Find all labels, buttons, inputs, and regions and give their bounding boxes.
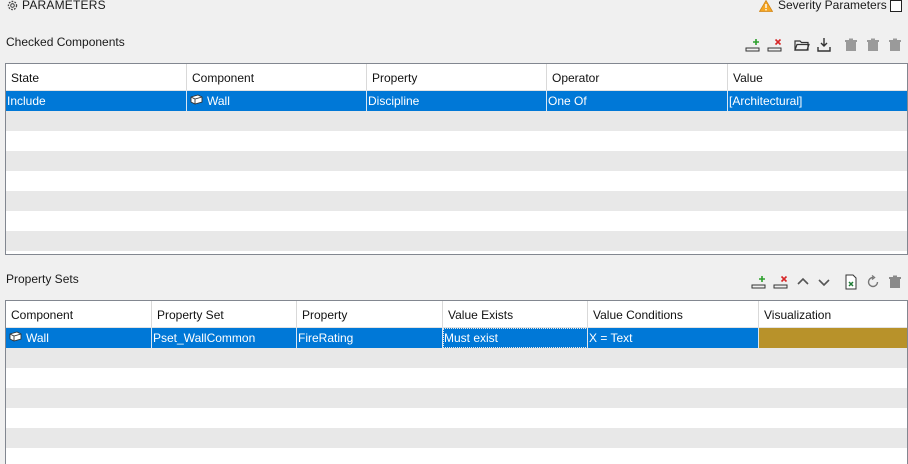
empty-row: [6, 428, 907, 448]
move-up-icon[interactable]: [795, 274, 811, 290]
empty-row: [6, 348, 907, 368]
component-label: Wall: [26, 331, 49, 345]
refresh-icon[interactable]: [865, 274, 881, 290]
checked-components-label: Checked Components: [6, 35, 125, 49]
trash-icon[interactable]: [843, 37, 859, 53]
state-cell[interactable]: Include: [6, 91, 187, 111]
add-row-icon[interactable]: [745, 37, 761, 53]
value-exists-cell[interactable]: Must exist: [443, 328, 588, 348]
column-header-visualization[interactable]: Visualization: [759, 301, 907, 327]
property-sets-label: Property Sets: [6, 272, 79, 286]
empty-row: [6, 191, 907, 211]
wall-icon: [190, 91, 203, 111]
download-icon[interactable]: [816, 37, 832, 53]
empty-row: [6, 231, 907, 251]
visualization-color-cell[interactable]: [759, 328, 907, 348]
empty-row: [6, 408, 907, 428]
property-cell[interactable]: FireRating: [297, 328, 443, 348]
trash-icon[interactable]: [887, 37, 903, 53]
column-header-component[interactable]: Component: [187, 64, 367, 90]
column-header-value-conditions[interactable]: Value Conditions: [588, 301, 759, 327]
checked-components-table[interactable]: State Component Property Operator Value …: [5, 63, 908, 255]
top-bar: PARAMETERS Severity Parameters: [0, 0, 908, 14]
column-header-value[interactable]: Value: [728, 64, 907, 90]
component-label: Wall: [207, 94, 230, 108]
panel-title: PARAMETERS: [22, 0, 106, 12]
delete-icon[interactable]: [887, 274, 903, 290]
export-excel-icon[interactable]: [843, 274, 859, 290]
severity-parameters-label[interactable]: Severity Parameters: [778, 0, 887, 12]
empty-row: [6, 171, 907, 191]
table-row[interactable]: Wall Pset_WallCommon FireRating Must exi…: [6, 328, 907, 348]
table-header: State Component Property Operator Value: [6, 64, 907, 91]
add-row-icon[interactable]: [751, 274, 767, 290]
empty-row: [6, 111, 907, 131]
empty-row: [6, 211, 907, 231]
value-cell[interactable]: [Architectural]: [728, 91, 907, 111]
column-header-operator[interactable]: Operator: [547, 64, 728, 90]
property-set-cell[interactable]: Pset_WallCommon: [152, 328, 297, 348]
column-header-property-set[interactable]: Property Set: [152, 301, 297, 327]
open-folder-icon[interactable]: [794, 37, 810, 53]
warning-icon[interactable]: [758, 0, 774, 12]
remove-row-icon[interactable]: [773, 274, 789, 290]
column-header-component[interactable]: Component: [6, 301, 152, 327]
operator-cell[interactable]: One Of: [547, 91, 728, 111]
column-header-value-exists[interactable]: Value Exists: [443, 301, 588, 327]
gear-icon: [6, 0, 19, 12]
property-sets-table[interactable]: Component Property Set Property Value Ex…: [5, 300, 908, 464]
move-down-icon[interactable]: [816, 274, 832, 290]
trash-icon[interactable]: [865, 37, 881, 53]
component-cell[interactable]: Wall: [187, 91, 367, 111]
empty-row: [6, 448, 907, 464]
maximize-icon[interactable]: [890, 0, 902, 12]
remove-row-icon[interactable]: [767, 37, 783, 53]
wall-icon: [9, 328, 22, 348]
empty-row: [6, 368, 907, 388]
column-header-state[interactable]: State: [6, 64, 187, 90]
empty-row: [6, 131, 907, 151]
component-cell[interactable]: Wall: [6, 328, 152, 348]
value-conditions-cell[interactable]: X = Text: [588, 328, 759, 348]
table-row[interactable]: Include Wall Discipline One Of [Architec…: [6, 91, 907, 111]
table-header: Component Property Set Property Value Ex…: [6, 301, 907, 328]
column-header-property[interactable]: Property: [367, 64, 547, 90]
empty-row: [6, 388, 907, 408]
property-cell[interactable]: Discipline: [367, 91, 547, 111]
column-header-property[interactable]: Property: [297, 301, 443, 327]
empty-row: [6, 151, 907, 171]
